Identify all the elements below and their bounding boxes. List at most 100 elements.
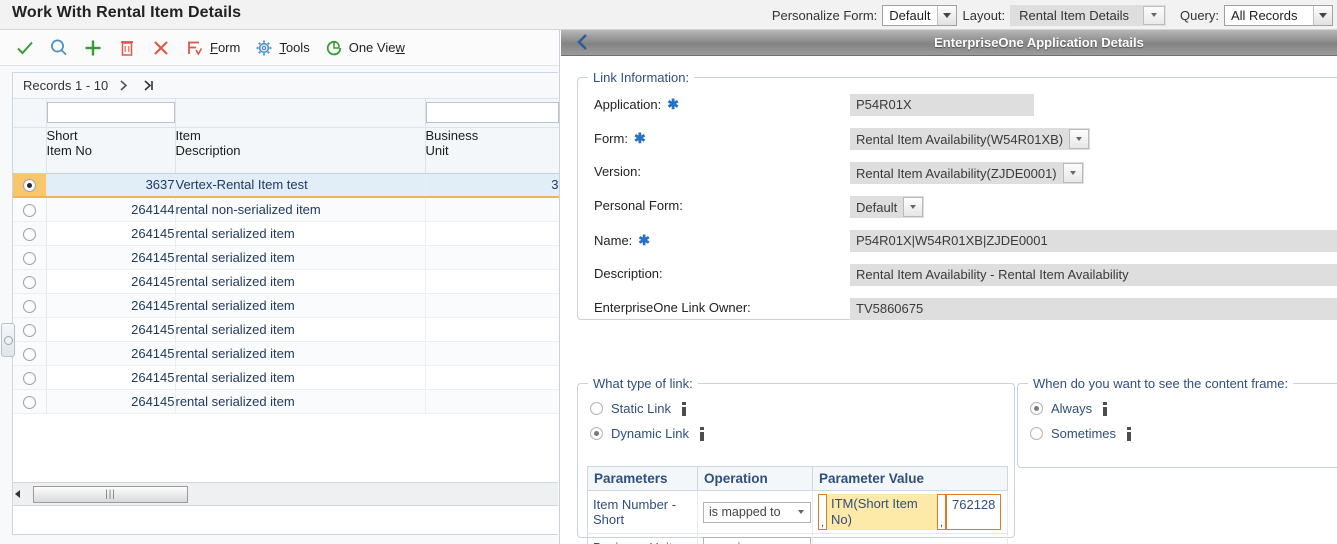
- page-title: Work With Rental Item Details: [12, 4, 241, 22]
- sometimes-option[interactable]: Sometimes: [1030, 426, 1134, 441]
- table-row[interactable]: 264145rental serialized item: [13, 245, 559, 269]
- row-select-cell[interactable]: [13, 341, 46, 365]
- table-row[interactable]: 3637Vertex-Rental Item test3: [13, 173, 559, 197]
- info-icon[interactable]: [1124, 427, 1134, 441]
- row-radio[interactable]: [23, 228, 36, 241]
- info-icon[interactable]: [1100, 402, 1110, 416]
- last-page-icon[interactable]: [139, 79, 158, 92]
- dynamic-link-radio[interactable]: [590, 427, 603, 440]
- query-select[interactable]: All Records: [1224, 5, 1333, 26]
- row-radio[interactable]: [23, 396, 36, 409]
- row-radio[interactable]: [23, 372, 36, 385]
- ok-button[interactable]: [8, 32, 42, 64]
- parameter-value-token[interactable]: ITM(Short Item No): [827, 494, 937, 530]
- chevron-down-icon[interactable]: [937, 6, 956, 25]
- grid-table: Short Item No Item Description Business …: [13, 99, 560, 414]
- row-select-cell[interactable]: [13, 245, 46, 269]
- panel-splitter-handle[interactable]: [1, 323, 15, 357]
- filter-cell-short-item-no[interactable]: [46, 99, 175, 127]
- row-radio[interactable]: [23, 252, 36, 265]
- parameter-row[interactable]: Item Number - Shortis mapped to,ITM(Shor…: [588, 491, 1008, 534]
- table-row[interactable]: 264145rental serialized item: [13, 317, 559, 341]
- table-row[interactable]: 264145rental serialized item: [13, 341, 559, 365]
- one-view-label: One View: [349, 40, 405, 55]
- header-cell-short-item-no[interactable]: Short Item No: [46, 127, 175, 173]
- form-select[interactable]: Rental Item Availability(W54R01XB): [850, 128, 1090, 150]
- tools-menu-button[interactable]: Tools: [247, 32, 316, 64]
- sometimes-radio[interactable]: [1030, 427, 1043, 440]
- row-radio[interactable]: [23, 179, 36, 192]
- always-option[interactable]: Always: [1030, 401, 1110, 416]
- row-select-cell[interactable]: [13, 389, 46, 413]
- application-label: Application:✱: [594, 93, 679, 116]
- row-select-cell[interactable]: [13, 317, 46, 341]
- chevron-down-icon[interactable]: [792, 510, 810, 514]
- parameter-value-editor[interactable]: ,ITM(Short Item No),762128: [818, 494, 1002, 530]
- records-pager: Records 1 - 10: [13, 73, 558, 99]
- info-icon[interactable]: [697, 427, 707, 441]
- row-radio[interactable]: [23, 300, 36, 313]
- always-radio[interactable]: [1030, 402, 1043, 415]
- add-button[interactable]: [76, 32, 110, 64]
- row-radio[interactable]: [23, 348, 36, 361]
- table-row[interactable]: 264145rental serialized item: [13, 365, 559, 389]
- operation-select[interactable]: remains as: [703, 537, 811, 544]
- chevron-down-icon[interactable]: [1063, 163, 1083, 183]
- table-row[interactable]: 264144rental non-serialized item: [13, 197, 559, 221]
- info-icon[interactable]: [679, 402, 689, 416]
- filter-input-business-unit[interactable]: [426, 102, 559, 123]
- back-icon[interactable]: [575, 33, 589, 51]
- find-button[interactable]: [42, 32, 76, 64]
- row-radio[interactable]: [23, 276, 36, 289]
- parameter-value-col-header: Parameter Value: [813, 467, 1008, 491]
- parameter-row[interactable]: Business Unit remains as: [588, 534, 1008, 544]
- version-select[interactable]: Rental Item Availability(ZJDE0001): [850, 162, 1084, 184]
- table-row[interactable]: 264145rental serialized item: [13, 221, 559, 245]
- header-cell-item-description[interactable]: Item Description: [175, 127, 425, 173]
- parameter-value-cell[interactable]: [813, 534, 1008, 544]
- scrollbar-thumb[interactable]: |||: [33, 486, 188, 503]
- table-row[interactable]: 264145rental serialized item: [13, 389, 559, 413]
- chevron-down-icon[interactable]: [1069, 129, 1089, 149]
- header-short-item-no-l2: Item No: [47, 143, 175, 158]
- row-select-cell[interactable]: [13, 173, 46, 197]
- layout-select[interactable]: Rental Item Details: [1010, 5, 1166, 26]
- row-select-cell[interactable]: [13, 269, 46, 293]
- next-page-icon[interactable]: [114, 79, 133, 92]
- operation-select[interactable]: is mapped to: [703, 502, 811, 523]
- operation-cell[interactable]: remains as: [698, 534, 813, 544]
- dynamic-link-option[interactable]: Dynamic Link: [590, 426, 707, 441]
- scroll-left-icon[interactable]: [13, 489, 31, 499]
- personal-form-select[interactable]: Default: [850, 196, 924, 218]
- grid-horizontal-scrollbar[interactable]: |||: [12, 482, 558, 506]
- filter-cell-business-unit[interactable]: [425, 99, 559, 127]
- row-select-cell[interactable]: [13, 365, 46, 389]
- static-link-option[interactable]: Static Link: [590, 401, 689, 416]
- row-select-cell[interactable]: [13, 197, 46, 221]
- grid-rows-body: 3637Vertex-Rental Item test3264144rental…: [13, 173, 559, 413]
- one-view-button[interactable]: One View: [317, 32, 412, 64]
- row-select-cell[interactable]: [13, 221, 46, 245]
- cell-short-item-no: 264145: [46, 341, 175, 365]
- static-link-radio[interactable]: [590, 402, 603, 415]
- form-label: Form:✱: [594, 127, 646, 150]
- personalize-form-select[interactable]: Default: [882, 5, 956, 26]
- parameter-value-cell[interactable]: ,ITM(Short Item No),762128: [813, 491, 1008, 534]
- parameter-name-cell: Business Unit: [588, 534, 698, 544]
- row-radio[interactable]: [23, 204, 36, 217]
- form-menu-button[interactable]: Form: [178, 32, 247, 64]
- header-cell-business-unit[interactable]: Business Unit: [425, 127, 559, 173]
- filter-input-short-item-no[interactable]: [47, 102, 175, 123]
- row-select-cell[interactable]: [13, 293, 46, 317]
- parameter-value-number[interactable]: 762128: [946, 494, 1001, 530]
- operation-cell[interactable]: is mapped to: [698, 491, 813, 534]
- grid-header-row: Short Item No Item Description Business …: [13, 127, 559, 173]
- cancel-button[interactable]: [144, 32, 178, 64]
- delete-button[interactable]: [110, 32, 144, 64]
- chevron-down-icon[interactable]: [1143, 6, 1165, 25]
- row-radio[interactable]: [23, 324, 36, 337]
- chevron-down-icon[interactable]: [903, 197, 923, 217]
- chevron-down-icon[interactable]: [1313, 6, 1332, 25]
- table-row[interactable]: 264145rental serialized item: [13, 293, 559, 317]
- table-row[interactable]: 264145rental serialized item: [13, 269, 559, 293]
